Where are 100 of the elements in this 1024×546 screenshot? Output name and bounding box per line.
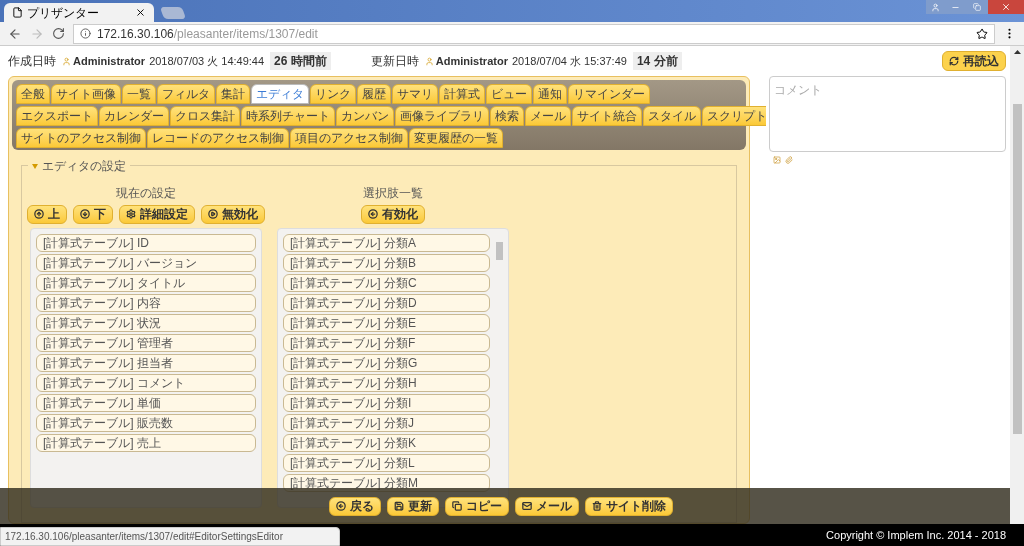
back-icon[interactable] — [8, 26, 22, 41]
restore-button[interactable] — [966, 0, 988, 14]
action-button[interactable]: 戻る — [329, 496, 381, 516]
settings-tab[interactable]: サイトのアクセス制御 — [16, 128, 146, 148]
settings-tab[interactable]: 計算式 — [439, 84, 485, 104]
action-button[interactable]: 上 — [27, 204, 67, 224]
scroll-up-icon[interactable] — [1013, 50, 1021, 54]
settings-tab[interactable]: 通知 — [533, 84, 567, 104]
updated-time: 2018/07/04 水 15:37:49 — [511, 53, 627, 69]
settings-tab[interactable]: エディタ — [251, 84, 309, 104]
close-icon — [1001, 2, 1011, 12]
list-item[interactable]: [計算式テーブル] コメント — [36, 374, 256, 392]
settings-tab[interactable]: フィルタ — [157, 84, 215, 104]
list-item[interactable]: [計算式テーブル] バージョン — [36, 254, 256, 272]
list-item[interactable]: [計算式テーブル] 分類A — [283, 234, 490, 252]
close-window-button[interactable] — [988, 0, 1024, 14]
refresh-icon — [949, 56, 959, 66]
list-item[interactable]: [計算式テーブル] 担当者 — [36, 354, 256, 372]
attachment-icon[interactable] — [785, 156, 793, 164]
url-text: 172.16.30.106/pleasanter/items/1307/edit — [97, 25, 318, 43]
list-item[interactable]: [計算式テーブル] 分類G — [283, 354, 490, 372]
comment-field[interactable]: コメント — [769, 76, 1006, 152]
settings-tab[interactable]: 変更履歴の一覧 — [409, 128, 503, 148]
list-item[interactable]: [計算式テーブル] 管理者 — [36, 334, 256, 352]
bookmark-star-icon[interactable] — [976, 27, 988, 40]
action-button[interactable]: 無効化 — [201, 204, 265, 224]
settings-tab[interactable]: サマリ — [392, 84, 438, 104]
settings-tab[interactable]: カレンダー — [99, 106, 169, 126]
updated-label: 更新日時 — [370, 53, 419, 70]
browser-tab[interactable]: プリザンター — [4, 3, 154, 22]
list-item[interactable]: [計算式テーブル] 分類L — [283, 454, 490, 472]
user-icon — [930, 2, 940, 12]
settings-tab[interactable]: エクスポート — [16, 106, 98, 126]
settings-tab[interactable]: 全般 — [16, 84, 50, 104]
settings-tab[interactable]: カンバン — [336, 106, 394, 126]
list-item[interactable]: [計算式テーブル] 販売数 — [36, 414, 256, 432]
forward-icon[interactable] — [30, 26, 44, 41]
settings-tab[interactable]: ビュー — [486, 84, 532, 104]
action-button[interactable]: サイト削除 — [585, 496, 673, 516]
play-icon — [208, 209, 218, 219]
settings-tab[interactable]: 集計 — [216, 84, 250, 104]
action-button[interactable]: 下 — [73, 204, 113, 224]
close-icon[interactable] — [135, 7, 146, 18]
settings-tab[interactable]: レコードのアクセス制御 — [147, 128, 289, 148]
settings-tab[interactable]: 検索 — [490, 106, 524, 126]
action-button[interactable]: 詳細設定 — [119, 204, 195, 224]
list-item[interactable]: [計算式テーブル] 分類J — [283, 414, 490, 432]
settings-tab[interactable]: リンク — [310, 84, 356, 104]
list-item[interactable]: [計算式テーブル] ID — [36, 234, 256, 252]
fieldset-legend[interactable]: エディタの設定 — [28, 157, 130, 175]
elapsed-time-badge: 26 時間前 — [270, 52, 331, 70]
copyright-text: Copyright © Implem Inc. 2014 - 2018 — [826, 527, 1006, 543]
updated-user: Administrator — [435, 53, 508, 69]
tab-title: プリザンター — [27, 4, 100, 22]
list-item[interactable]: [計算式テーブル] 分類C — [283, 274, 490, 292]
settings-tab[interactable]: 項目のアクセス制御 — [290, 128, 408, 148]
reload-button[interactable]: 再読込 — [942, 51, 1006, 71]
list-item[interactable]: [計算式テーブル] 状況 — [36, 314, 256, 332]
user-icon — [62, 56, 71, 66]
column-heading: 選択肢一覧 — [363, 185, 423, 202]
trash-icon — [592, 501, 602, 511]
action-button[interactable]: メール — [515, 496, 579, 516]
settings-tab[interactable]: クロス集計 — [170, 106, 240, 126]
settings-tab[interactable]: 画像ライブラリ — [395, 106, 489, 126]
list-item[interactable]: [計算式テーブル] 分類B — [283, 254, 490, 272]
settings-tab[interactable]: 一覧 — [122, 84, 156, 104]
settings-tab[interactable]: スタイル — [643, 106, 701, 126]
list-item[interactable]: [計算式テーブル] 内容 — [36, 294, 256, 312]
list-item[interactable]: [計算式テーブル] タイトル — [36, 274, 256, 292]
list-item[interactable]: [計算式テーブル] 分類I — [283, 394, 490, 412]
settings-tab[interactable]: スクリプト — [702, 106, 766, 126]
list-item[interactable]: [計算式テーブル] 分類H — [283, 374, 490, 392]
settings-icon — [126, 209, 136, 219]
reload-icon[interactable] — [52, 27, 65, 40]
image-icon[interactable] — [773, 156, 781, 164]
created-time: 2018/07/03 火 14:49:44 — [149, 53, 265, 69]
list-item[interactable]: [計算式テーブル] 分類K — [283, 434, 490, 452]
user-icon — [424, 56, 434, 66]
list-item[interactable]: [計算式テーブル] 分類D — [283, 294, 490, 312]
action-button[interactable]: コピー — [445, 496, 509, 516]
info-icon — [80, 28, 91, 39]
expand-triangle-icon — [32, 163, 38, 169]
settings-tab[interactable]: サイト画像 — [51, 84, 121, 104]
list-item[interactable]: [計算式テーブル] 分類F — [283, 334, 490, 352]
column-heading: 現在の設定 — [116, 185, 176, 202]
settings-tab[interactable]: 時系列チャート — [241, 106, 335, 126]
settings-tab[interactable]: サイト統合 — [572, 106, 642, 126]
action-button[interactable]: 有効化 — [361, 204, 425, 224]
settings-tab[interactable]: 履歴 — [357, 84, 391, 104]
list-item[interactable]: [計算式テーブル] 売上 — [36, 434, 256, 452]
settings-tab[interactable]: リマインダー — [568, 84, 650, 104]
settings-tab[interactable]: メール — [525, 106, 571, 126]
list-item[interactable]: [計算式テーブル] 単価 — [36, 394, 256, 412]
save-icon — [394, 501, 404, 511]
page-scrollbar[interactable] — [1010, 46, 1024, 524]
list-item[interactable]: [計算式テーブル] 分類E — [283, 314, 490, 332]
action-button[interactable]: 更新 — [387, 496, 439, 516]
new-tab-button[interactable] — [159, 7, 187, 19]
address-bar[interactable]: 172.16.30.106/pleasanter/items/1307/edit — [73, 23, 995, 44]
profile-button[interactable] — [926, 0, 944, 14]
